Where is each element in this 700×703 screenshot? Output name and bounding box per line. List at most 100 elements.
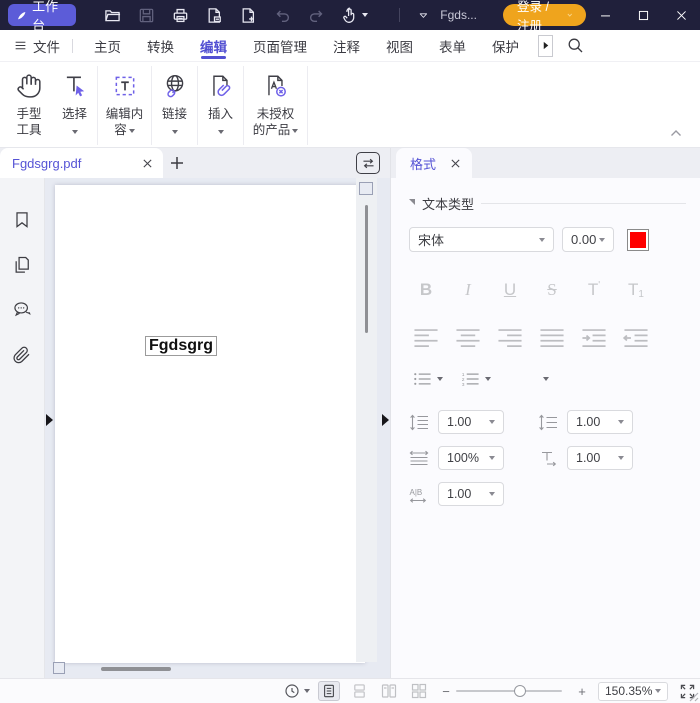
facing-continuous-view-button[interactable]	[408, 681, 430, 701]
text-type-section-header[interactable]: 文本类型	[409, 194, 686, 213]
format-tab[interactable]: 格式	[396, 148, 472, 178]
decrease-indent-icon[interactable]	[623, 326, 649, 350]
comments-panel-icon[interactable]	[12, 300, 32, 320]
workspace-button[interactable]: 工作台	[8, 4, 76, 26]
bullet-list-button[interactable]	[413, 372, 443, 386]
superscript-button[interactable]: T'	[581, 278, 607, 302]
zoom-slider-thumb[interactable]	[514, 685, 526, 697]
menu-page-management[interactable]: 页面管理	[240, 30, 320, 61]
menu-view[interactable]: 视图	[373, 30, 426, 61]
tool-select[interactable]: 选择	[52, 66, 98, 145]
align-justify-icon[interactable]	[539, 326, 565, 350]
print-icon[interactable]	[172, 7, 189, 24]
tool-unauthorized-product[interactable]: 未授权的产品	[244, 66, 308, 145]
vertical-scrollbar-box[interactable]	[359, 182, 373, 195]
save-icon[interactable]	[138, 7, 155, 24]
character-spacing-icon	[538, 450, 558, 467]
horizontal-scrollbar-thumb[interactable]	[101, 667, 171, 671]
menu-comment[interactable]: 注释	[320, 30, 373, 61]
increase-indent-icon[interactable]	[581, 326, 607, 350]
tool-edit-content-label: 编辑内容	[106, 107, 144, 137]
line-spacing-select[interactable]: 1.00	[438, 410, 504, 434]
document-wrap: Fgdsgrg	[0, 178, 390, 678]
align-right-icon[interactable]	[497, 326, 523, 350]
switch-tabs-button[interactable]	[356, 152, 380, 174]
search-icon[interactable]	[567, 37, 584, 54]
open-file-icon[interactable]	[104, 7, 121, 24]
underline-button[interactable]: U	[497, 278, 523, 302]
font-family-select[interactable]: 宋体	[409, 227, 554, 252]
font-size-select[interactable]: 0.00	[562, 227, 614, 252]
pdf-page[interactable]: Fgdsgrg	[55, 185, 365, 663]
section-collapse-icon[interactable]	[409, 199, 415, 205]
continuous-view-button[interactable]	[348, 681, 370, 701]
facing-view-button[interactable]	[378, 681, 400, 701]
paragraph-spacing-select[interactable]: 1.00	[567, 410, 633, 434]
menu-protect[interactable]: 保护	[479, 30, 532, 61]
format-tab-close-icon[interactable]	[450, 158, 461, 169]
zoom-in-button[interactable]: +	[576, 684, 588, 699]
numbered-list-button[interactable]: 123	[461, 372, 491, 386]
word-spacing-select[interactable]: 1.00	[438, 482, 504, 506]
horizontal-scrollbar-box[interactable]	[53, 662, 65, 674]
horizontal-scrollbar[interactable]	[53, 662, 350, 675]
document-tab[interactable]: Fgdsgrg.pdf	[0, 148, 163, 178]
window-resize-grip[interactable]	[687, 690, 699, 702]
align-left-icon[interactable]	[413, 326, 439, 350]
bookmarks-panel-icon[interactable]	[12, 210, 32, 230]
character-spacing-select[interactable]: 1.00	[567, 446, 633, 470]
list-style-dropdown[interactable]	[543, 377, 549, 381]
close-button[interactable]	[662, 0, 700, 30]
attachments-panel-icon[interactable]	[12, 345, 32, 365]
minimize-button[interactable]	[586, 0, 624, 30]
zoom-level-select[interactable]: 150.35%	[598, 682, 668, 701]
menu-edit[interactable]: 编辑	[187, 30, 240, 61]
italic-button[interactable]: I	[455, 278, 481, 302]
add-page-icon[interactable]	[240, 7, 257, 24]
menu-home[interactable]: 主页	[81, 30, 134, 61]
document-canvas[interactable]: Fgdsgrg	[45, 178, 390, 678]
menu-file[interactable]: 文件	[12, 30, 70, 61]
redo-icon[interactable]	[308, 7, 325, 24]
tab-close-icon[interactable]	[142, 158, 153, 169]
menu-form[interactable]: 表单	[426, 30, 479, 61]
line-spacing-value: 1.00	[447, 415, 471, 429]
vertical-scrollbar-thumb[interactable]	[365, 205, 368, 333]
window-controls	[586, 0, 700, 30]
align-center-icon[interactable]	[455, 326, 481, 350]
font-family-value: 宋体	[418, 230, 444, 249]
extract-page-icon[interactable]	[206, 7, 223, 24]
tool-edit-content[interactable]: 编辑内容	[98, 66, 152, 145]
tool-insert[interactable]: 插入	[198, 66, 244, 145]
single-page-view-button[interactable]	[318, 681, 340, 701]
bold-button[interactable]: B	[413, 278, 439, 302]
login-register-button[interactable]: 登录 / 注册	[503, 4, 586, 26]
pdf-text-object[interactable]: Fgdsgrg	[145, 336, 217, 356]
undo-icon[interactable]	[274, 7, 291, 24]
maximize-button[interactable]	[624, 0, 662, 30]
menu-overflow-button[interactable]	[538, 35, 553, 57]
collapse-ribbon-icon[interactable]	[670, 129, 682, 137]
hide-toolbar-icon[interactable]	[418, 8, 429, 23]
horizontal-scale-icon	[409, 450, 429, 467]
tool-link[interactable]: 链接	[152, 66, 198, 145]
menu-convert[interactable]: 转换	[134, 30, 187, 61]
horizontal-scale-select[interactable]: 100%	[438, 446, 504, 470]
page-thumbnails-icon[interactable]	[12, 255, 32, 275]
strikethrough-button[interactable]: S	[539, 278, 565, 302]
titlebar-separator	[399, 8, 400, 22]
subscript-button[interactable]: T1	[623, 278, 649, 302]
expand-right-panel-handle[interactable]	[382, 414, 389, 426]
subscript-mark: 1	[638, 289, 644, 300]
reading-mode-button[interactable]	[284, 683, 310, 699]
zoom-slider[interactable]	[456, 684, 562, 698]
tool-hand[interactable]: 手型工具	[6, 66, 52, 145]
vertical-scrollbar[interactable]	[356, 178, 377, 662]
menu-form-label: 表单	[439, 36, 466, 56]
zoom-out-button[interactable]: −	[440, 684, 452, 699]
expand-left-panel-handle[interactable]	[46, 414, 53, 426]
touch-mode-button[interactable]	[342, 7, 368, 24]
font-color-swatch[interactable]	[627, 229, 649, 251]
tool-edit-content-caret-icon	[129, 129, 135, 133]
new-tab-button[interactable]	[163, 148, 191, 178]
